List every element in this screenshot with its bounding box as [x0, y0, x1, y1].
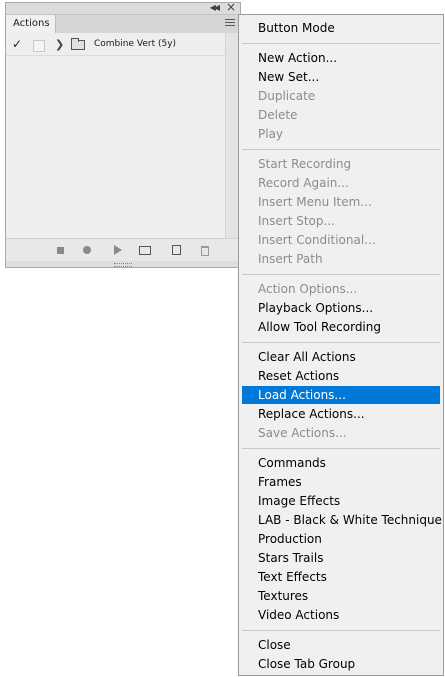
menu-item-insert-menu-item[interactable]: Insert Menu Item... [242, 193, 440, 211]
collapse-icon[interactable]: ◀◀ [210, 3, 220, 13]
tab-row: Actions [6, 15, 240, 33]
menu-item-button-mode[interactable]: Button Mode [242, 19, 440, 37]
menu-item-close[interactable]: Close [242, 636, 440, 654]
menu-item-reset-actions[interactable]: Reset Actions [242, 367, 440, 385]
menu-item-insert-stop[interactable]: Insert Stop... [242, 212, 440, 230]
menu-item-commands[interactable]: Commands [242, 454, 440, 472]
menu-item-video-actions[interactable]: Video Actions [242, 606, 440, 624]
record-icon[interactable] [81, 244, 93, 256]
menu-item-save-actions[interactable]: Save Actions... [242, 424, 440, 442]
menu-separator [242, 149, 440, 150]
menu-item-load-actions[interactable]: Load Actions... [242, 386, 440, 404]
action-set-row[interactable]: ✓ ❯ Combine Vert (5y) [6, 35, 225, 56]
menu-item-textures[interactable]: Textures [242, 587, 440, 605]
new-action-icon[interactable] [171, 244, 183, 256]
menu-separator [242, 43, 440, 44]
menu-item-new-action[interactable]: New Action... [242, 49, 440, 67]
menu-item-production[interactable]: Production [242, 530, 440, 548]
menu-item-clear-all-actions[interactable]: Clear All Actions [242, 348, 440, 366]
menu-separator [242, 274, 440, 275]
menu-item-lab-black-white[interactable]: LAB - Black & White Technique [242, 511, 442, 529]
menu-item-stars-trails[interactable]: Stars Trails [242, 549, 440, 567]
checkmark-icon[interactable]: ✓ [12, 37, 22, 51]
menu-item-text-effects[interactable]: Text Effects [242, 568, 440, 586]
stop-icon[interactable] [54, 244, 66, 256]
menu-item-image-effects[interactable]: Image Effects [242, 492, 440, 510]
menu-item-allow-tool-recording[interactable]: Allow Tool Recording [242, 318, 440, 336]
menu-item-duplicate[interactable]: Duplicate [242, 87, 440, 105]
chevron-right-icon[interactable]: ❯ [55, 38, 64, 51]
resize-grip[interactable] [6, 261, 240, 267]
panel-flyout-menu: Button Mode New Action... New Set... Dup… [238, 14, 444, 676]
menu-item-start-recording[interactable]: Start Recording [242, 155, 440, 173]
delete-icon[interactable] [199, 244, 211, 256]
menu-item-record-again[interactable]: Record Again... [242, 174, 440, 192]
panel-toolbar [6, 238, 240, 261]
menu-item-playback-options[interactable]: Playback Options... [242, 299, 440, 317]
play-icon[interactable] [111, 244, 123, 256]
menu-separator [242, 342, 440, 343]
menu-item-insert-path[interactable]: Insert Path [242, 250, 440, 268]
menu-item-action-options[interactable]: Action Options... [242, 280, 440, 298]
menu-separator [242, 448, 440, 449]
menu-item-new-set[interactable]: New Set... [242, 68, 440, 86]
panel-menu-icon[interactable] [225, 19, 235, 29]
menu-separator [242, 630, 440, 631]
folder-icon [71, 38, 85, 50]
tab-actions[interactable]: Actions [6, 15, 56, 33]
actions-panel: ◀◀ × Actions ✓ ❯ Combine Vert (5y) [5, 1, 241, 268]
menu-item-close-tab-group[interactable]: Close Tab Group [242, 655, 440, 673]
new-set-icon[interactable] [139, 244, 151, 256]
actions-list: ✓ ❯ Combine Vert (5y) [6, 33, 225, 238]
close-icon[interactable]: × [226, 1, 236, 14]
menu-item-delete[interactable]: Delete [242, 106, 440, 124]
dialog-toggle[interactable] [33, 40, 45, 52]
menu-item-replace-actions[interactable]: Replace Actions... [242, 405, 440, 423]
menu-item-insert-conditional[interactable]: Insert Conditional... [242, 231, 440, 249]
action-set-label: Combine Vert (5y) [94, 39, 177, 49]
panel-title-bar: ◀◀ × [6, 1, 240, 15]
menu-item-play[interactable]: Play [242, 125, 440, 143]
menu-item-frames[interactable]: Frames [242, 473, 440, 491]
